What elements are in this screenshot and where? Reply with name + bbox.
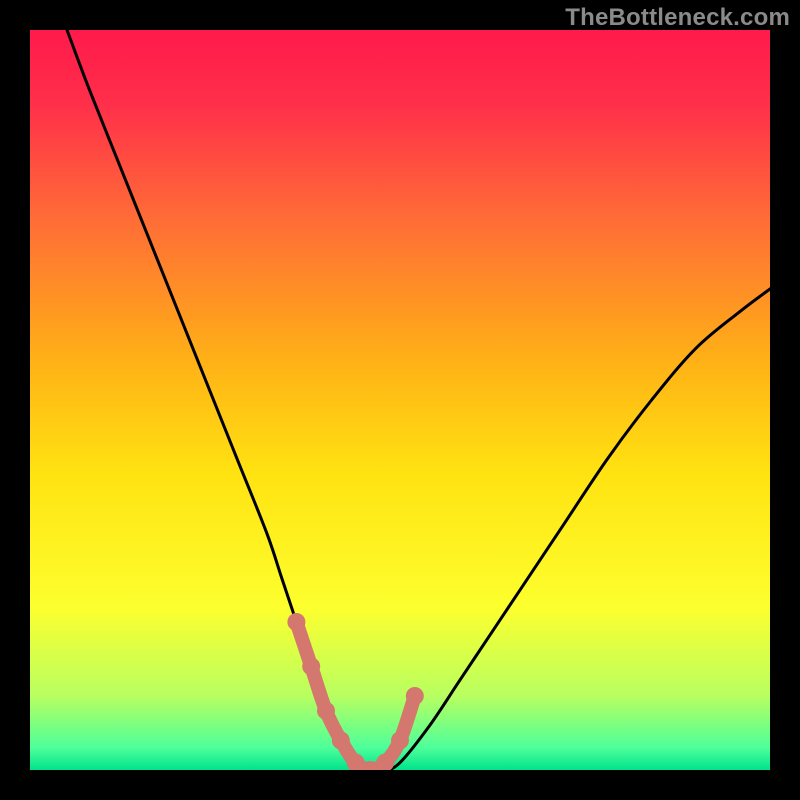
sweet-spot-dot (317, 702, 335, 720)
sweet-spot-dot (287, 613, 305, 631)
gradient-background (30, 30, 770, 770)
sweet-spot-dot (302, 657, 320, 675)
sweet-spot-dot (391, 731, 409, 749)
chart-frame: TheBottleneck.com (0, 0, 800, 800)
watermark-text: TheBottleneck.com (565, 4, 790, 32)
sweet-spot-dot (332, 731, 350, 749)
plot-area (30, 30, 770, 770)
sweet-spot-dot (406, 687, 424, 705)
chart-svg (30, 30, 770, 770)
